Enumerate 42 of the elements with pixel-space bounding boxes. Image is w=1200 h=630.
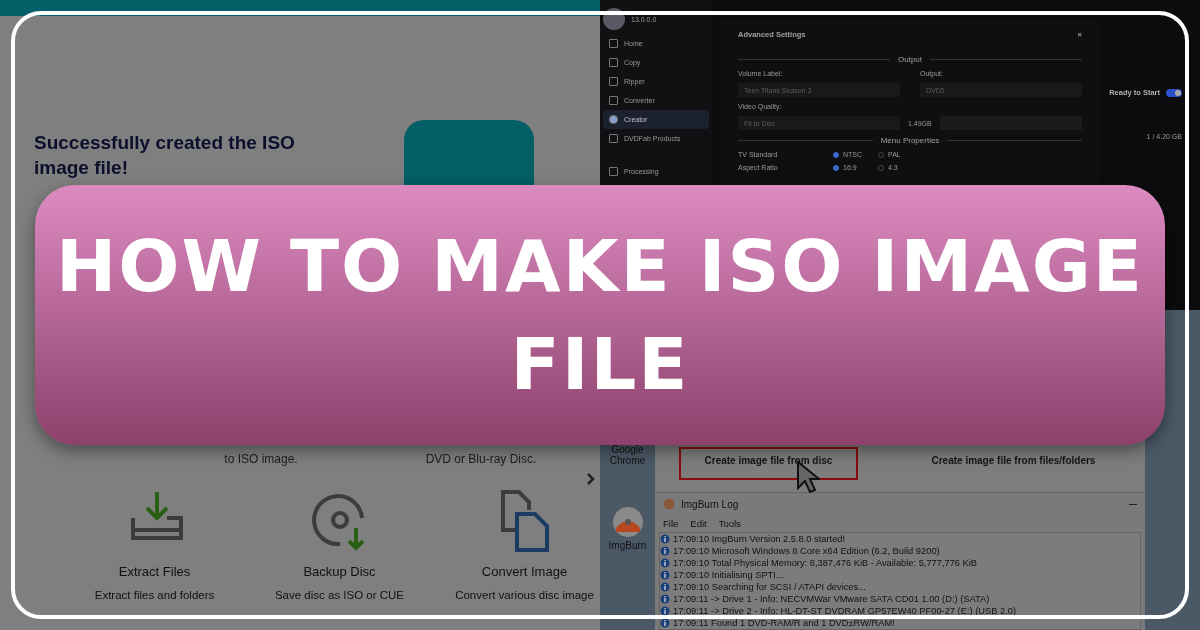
tool-description: Save disc as ISO or CUE: [274, 589, 405, 601]
info-icon: [660, 618, 670, 628]
desktop-icon-label[interactable]: ImgBurn: [608, 540, 647, 551]
section-heading: Menu Properties: [738, 136, 1082, 145]
tool-description: DVD or Blu-ray Disc.: [424, 452, 538, 466]
info-icon: [660, 546, 670, 556]
info-icon: [660, 558, 670, 568]
tool-description: Convert various disc image: [455, 589, 594, 601]
log-line: 17:09:10 ImgBurn Version 2.5.8.0 started!: [673, 534, 846, 544]
log-line: 17:09:10 Microsoft Windows 8 Core x64 Edition (6.2, Build 9200): [673, 546, 940, 556]
radio-button[interactable]: [833, 164, 839, 171]
info-icon: [660, 570, 670, 580]
tool-title[interactable]: Backup Disc: [303, 564, 376, 579]
radio-button[interactable]: [833, 151, 839, 158]
menu-item[interactable]: Edit: [690, 518, 707, 529]
desktop-icon-label[interactable]: Google Chrome: [602, 444, 653, 466]
tool-description: Extract files and folders: [94, 589, 215, 601]
log-line: 17:09:10 Searching for SCSI / ATAPI devices...: [673, 582, 866, 592]
app-icon: [663, 498, 675, 510]
disc-flame-icon[interactable]: [611, 506, 644, 538]
chevron-right-icon[interactable]: [586, 472, 596, 486]
window-title: ImgBurn Log: [681, 498, 739, 510]
section-heading: Output: [738, 55, 1082, 64]
tool-title[interactable]: Convert Image: [481, 564, 568, 579]
tool-description: to ISO image.: [223, 452, 299, 466]
log-line: 17:09:10 Initialising SPTI...: [673, 570, 784, 580]
mode-option[interactable]: Create image file from files/folders: [905, 447, 1122, 480]
menu-item[interactable]: Tools: [718, 518, 741, 529]
mode-option[interactable]: Create image file from disc: [678, 447, 859, 480]
log-line: 17:09:10 Total Physical Memory: 8,387,476 KiB - Available: 5,777,776 KiB: [673, 558, 978, 568]
info-icon: [660, 534, 670, 544]
menu-item[interactable]: File: [663, 518, 679, 529]
tool-title[interactable]: Extract Files: [118, 564, 191, 579]
banner-title: HOW TO MAKE ISO IMAGE FILE: [54, 223, 1146, 408]
success-heading: Successfully created the ISO image file!: [34, 131, 296, 180]
info-icon: [660, 582, 670, 592]
info-icon: [660, 594, 670, 604]
log-line: 17:09:11 -> Drive 1 - Info: NECVMWar VMware SATA CD01 1.00 (D:) (SATA): [673, 594, 990, 604]
info-icon: [660, 606, 670, 616]
log-line: 17:09:11 Found 1 DVD-RAM/R and 1 DVD±RW/RAM!: [673, 618, 895, 628]
minimize-icon[interactable]: [1129, 503, 1137, 505]
toggle-switch[interactable]: [1166, 88, 1182, 97]
